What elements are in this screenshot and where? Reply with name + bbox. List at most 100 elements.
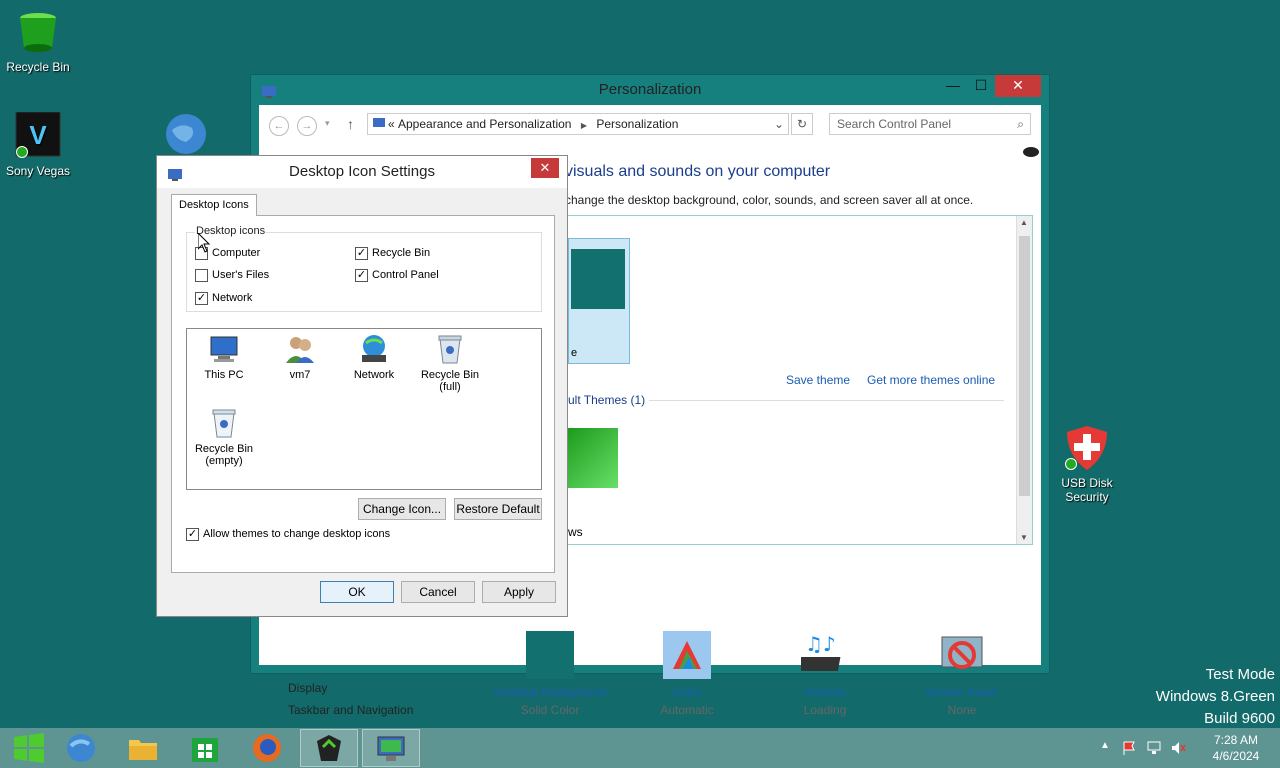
breadcrumb-appearance[interactable]: Appearance and Personalization [398, 117, 571, 131]
list-item-recycle-bin-empty[interactable]: Recycle Bin (empty) [187, 407, 261, 467]
start-button[interactable] [0, 729, 58, 767]
checkbox-label: Recycle Bin [372, 247, 431, 259]
taskbar-store[interactable] [176, 729, 234, 767]
help-icon[interactable] [1023, 147, 1039, 157]
personalization-options: Desktop Background Solid Color Color Aut… [259, 631, 1041, 717]
show-hidden-icons-icon[interactable]: ▲ [1100, 740, 1110, 751]
theme-label: e [571, 347, 578, 359]
list-item-recycle-bin-full[interactable]: Recycle Bin (full) [413, 333, 487, 393]
network-tray-icon[interactable] [1146, 740, 1162, 759]
desktop-icon-list[interactable]: This PC vm7 Network Recycle Bin (full) R… [186, 328, 542, 490]
dialog-titlebar[interactable]: Desktop Icon Settings ✕ [157, 156, 567, 188]
taskbar-browser[interactable] [52, 729, 110, 767]
option-value: Loading [803, 703, 847, 717]
screen-saver-option[interactable]: Screen Saver None [892, 631, 1032, 717]
address-toolbar: ← → ▾ ↑ « Appearance and Personalization… [259, 105, 1041, 145]
sounds-option[interactable]: ♫♪ Sounds Loading [755, 631, 895, 717]
maximize-button[interactable]: ☐ [967, 75, 995, 97]
color-palette-icon [663, 631, 711, 679]
themes-scrollbar[interactable]: ▲ ▼ [1016, 216, 1032, 544]
checkbox-control-panel[interactable]: ✓ Control Panel [355, 269, 439, 282]
checkbox-recycle-bin[interactable]: ✓ Recycle Bin [355, 247, 430, 260]
recycle-bin-icon [14, 8, 62, 56]
checkbox-box[interactable]: ✓ [355, 247, 368, 260]
taskbar-file-explorer[interactable] [114, 729, 172, 767]
checkbox-users-files[interactable]: User's Files [195, 269, 269, 282]
clock[interactable]: 7:28 AM 4/6/2024 [1206, 732, 1266, 764]
clock-time: 7:28 AM [1213, 733, 1259, 747]
cancel-button[interactable]: Cancel [401, 581, 475, 603]
close-button[interactable]: ✕ [995, 75, 1041, 97]
list-item-network[interactable]: Network [337, 333, 411, 381]
search-input[interactable]: Search Control Panel ⌕ [829, 113, 1031, 135]
option-label: Screen Saver [925, 685, 999, 699]
change-icon-button[interactable]: Change Icon... [358, 498, 446, 520]
apply-button[interactable]: Apply [482, 581, 556, 603]
default-themes-heading: ult Themes (1) [568, 393, 650, 407]
get-more-themes-link[interactable]: Get more themes online [867, 373, 995, 387]
green-theme-thumbnail[interactable] [568, 428, 618, 488]
svg-text:♫♪: ♫♪ [805, 632, 836, 656]
shield-icon [1063, 424, 1111, 472]
scrollbar-thumb[interactable] [1019, 236, 1030, 496]
search-icon[interactable]: ⌕ [1017, 114, 1024, 134]
checkbox-network[interactable]: ✓ Network [195, 292, 252, 305]
scroll-up-icon[interactable]: ▲ [1020, 218, 1028, 227]
desktop-icon-recycle-bin[interactable]: Recycle Bin [0, 8, 76, 74]
sony-vegas-icon: V [14, 111, 62, 160]
scroll-down-icon[interactable]: ▼ [1020, 533, 1028, 542]
screen-saver-icon [938, 631, 986, 679]
list-item-this-pc[interactable]: This PC [187, 333, 261, 381]
desktop-watermark: Test Mode Windows 8.Green Build 9600 [1156, 664, 1275, 730]
save-theme-link[interactable]: Save theme [786, 373, 850, 387]
desktop-icon-usb-disk-security[interactable]: USB Disk Security [1049, 424, 1125, 504]
sounds-icon: ♫♪ [797, 631, 849, 679]
up-button[interactable]: ↑ [347, 116, 354, 132]
desktop-icon-sony-vegas[interactable]: V Sony Vegas [0, 111, 76, 178]
tab-desktop-icons[interactable]: Desktop Icons [171, 194, 257, 216]
clock-date: 4/6/2024 [1212, 749, 1260, 763]
checkbox-allow-themes[interactable]: ✓ Allow themes to change desktop icons [186, 528, 390, 541]
window-title: Personalization [598, 81, 702, 98]
address-dropdown-icon[interactable]: ⌄ [774, 114, 784, 134]
ok-button[interactable]: OK [320, 581, 394, 603]
selected-theme[interactable]: e [568, 238, 630, 364]
recycle-bin-full-icon [434, 333, 466, 365]
window-titlebar[interactable]: Personalization — ☐ ✕ [251, 75, 1049, 105]
back-button[interactable]: ← [269, 116, 289, 136]
option-value: None [947, 703, 977, 717]
refresh-button[interactable]: ↻ [791, 113, 813, 135]
dialog-close-button[interactable]: ✕ [531, 158, 559, 178]
list-item-vm7[interactable]: vm7 [263, 333, 337, 381]
restore-default-button[interactable]: Restore Default [454, 498, 542, 520]
taskbar-control-panel[interactable] [362, 729, 420, 767]
mouse-cursor-icon [197, 231, 211, 256]
option-label: Sounds [804, 685, 846, 699]
taskbar-firefox[interactable] [238, 729, 296, 767]
volume-muted-icon[interactable] [1170, 740, 1186, 759]
list-item-label: Network [353, 369, 395, 381]
breadcrumb-separator-icon[interactable]: ▶ [581, 121, 587, 130]
address-bar[interactable]: « Appearance and Personalization ▶ Perso… [367, 113, 789, 135]
color-option[interactable]: Color Automatic [617, 631, 757, 717]
watermark-line: Test Mode [1205, 666, 1275, 683]
shortcut-badge-icon [16, 146, 28, 158]
minimize-button[interactable]: — [939, 75, 967, 97]
recent-pages-chevron-icon[interactable]: ▾ [325, 118, 330, 129]
shortcut-badge-icon [1065, 458, 1077, 470]
taskbar-recycle-app[interactable] [300, 729, 358, 767]
desktop-background-option[interactable]: Desktop Background Solid Color [480, 631, 620, 717]
action-center-flag-icon[interactable] [1122, 740, 1138, 755]
globe-icon [162, 112, 210, 160]
list-item-label: This PC [204, 369, 244, 381]
checkbox-box[interactable]: ✓ [195, 292, 208, 305]
breadcrumb-overflow[interactable]: « [388, 114, 395, 134]
themes-list[interactable]: e Save theme Get more themes online ult … [559, 215, 1033, 545]
checkbox-box[interactable]: ✓ [186, 528, 199, 541]
tab-panel: Desktop icons Computer ✓ Recycle Bin User… [171, 215, 555, 573]
forward-button[interactable]: → [297, 116, 317, 136]
checkbox-box[interactable] [195, 269, 208, 282]
page-subheading: change the desktop background, color, so… [565, 193, 974, 207]
breadcrumb-personalization[interactable]: Personalization [596, 117, 678, 131]
checkbox-box[interactable]: ✓ [355, 269, 368, 282]
